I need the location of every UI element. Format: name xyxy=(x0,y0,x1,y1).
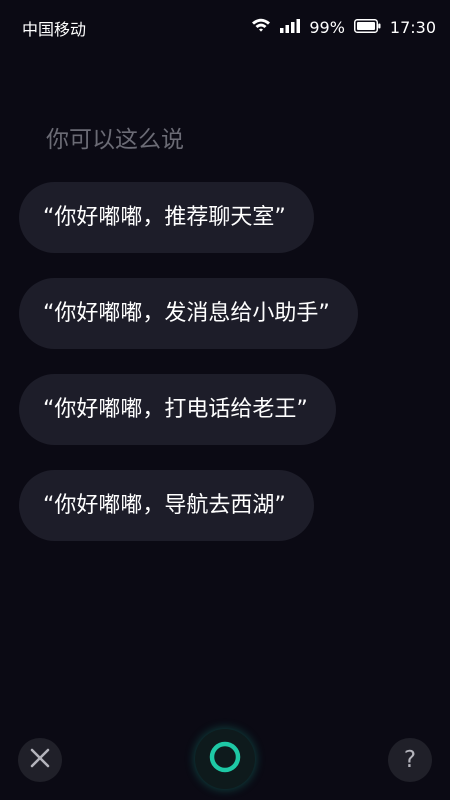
suggestion-item-call[interactable]: “你好嘟嘟，打电话给老王” xyxy=(19,374,336,445)
wifi-icon xyxy=(251,17,271,37)
suggestion-item-message[interactable]: “你好嘟嘟，发消息给小助手” xyxy=(19,278,358,349)
status-bar: 中国移动 99% 17:30 xyxy=(0,0,450,54)
close-button[interactable] xyxy=(18,738,62,782)
carrier-name: 中国移动 xyxy=(22,20,87,39)
help-button[interactable]: ? xyxy=(388,738,432,782)
battery-icon xyxy=(353,18,381,37)
status-indicators: 99% 17:30 xyxy=(251,16,436,38)
hint-title: 你可以这么说 xyxy=(46,127,184,153)
help-icon: ? xyxy=(403,746,417,773)
signal-icon xyxy=(280,18,301,37)
voice-button[interactable] xyxy=(195,729,255,789)
voice-ring-icon xyxy=(207,739,243,779)
suggestion-item-chatroom[interactable]: “你好嘟嘟，推荐聊天室” xyxy=(19,182,314,253)
clock: 17:30 xyxy=(389,17,436,37)
battery-percent: 99% xyxy=(309,17,345,37)
suggestion-list: “你好嘟嘟，推荐聊天室” “你好嘟嘟，发消息给小助手” “你好嘟嘟，打电话给老王… xyxy=(19,182,358,566)
close-icon xyxy=(30,748,50,772)
suggestion-item-navigate[interactable]: “你好嘟嘟，导航去西湖” xyxy=(19,470,314,541)
